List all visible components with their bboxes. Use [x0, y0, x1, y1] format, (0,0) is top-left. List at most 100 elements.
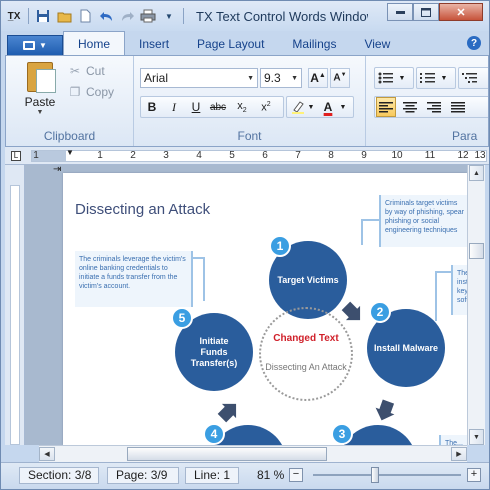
callout-step-2[interactable]: The install keylogging software... [451, 265, 467, 315]
grow-font-button[interactable]: A▲ [308, 68, 328, 88]
subscript-button[interactable]: x2 [232, 97, 252, 117]
cut-button[interactable]: ✂ Cut [68, 64, 105, 78]
font-color-dropdown[interactable]: ▼ [338, 97, 348, 117]
save-icon[interactable] [34, 7, 52, 25]
document-heading[interactable]: Dissecting an Attack [75, 201, 210, 218]
minimize-button[interactable] [387, 3, 413, 21]
vertical-ruler[interactable] [5, 165, 25, 445]
underline-icon: U [191, 100, 201, 114]
callout-step-1[interactable]: Criminals target victims by way of phish… [379, 195, 467, 247]
copy-button[interactable]: ❐ Copy [68, 85, 114, 99]
new-document-icon[interactable] [76, 7, 94, 25]
changed-text-label[interactable]: Changed Text [261, 333, 351, 345]
vertical-scroll-thumb[interactable] [469, 243, 484, 259]
tab-page-layout[interactable]: Page Layout [183, 33, 278, 55]
ruler-number: 5 [229, 150, 235, 161]
document-page[interactable]: Dissecting an Attack Criminals target vi… [63, 173, 467, 445]
tab-view[interactable]: View [350, 33, 404, 55]
font-name-select[interactable]: Arial ▼ [140, 68, 258, 88]
undo-icon[interactable] [97, 7, 115, 25]
chevron-down-icon: ▼ [36, 109, 44, 116]
bullets-button[interactable] [376, 68, 396, 88]
center-subtitle[interactable]: Dissecting An Attack [261, 361, 351, 373]
numbered-list-icon [420, 73, 435, 83]
callout-step-5[interactable]: The criminals leverage the victim's onli… [75, 251, 193, 307]
scroll-down-button[interactable]: ▼ [469, 429, 484, 445]
print-icon[interactable] [139, 7, 157, 25]
font-color-button[interactable]: A [318, 97, 338, 117]
paste-button[interactable]: Paste ▼ [18, 62, 62, 118]
ruler-number: 4 [196, 150, 202, 161]
help-icon[interactable]: ? [467, 36, 481, 50]
ruler-number: 6 [262, 150, 268, 161]
align-center-button[interactable] [400, 97, 420, 117]
align-right-button[interactable] [424, 97, 444, 117]
scroll-left-button[interactable]: ◀ [39, 447, 55, 461]
italic-button[interactable]: I [164, 97, 184, 117]
horizontal-scroll-thumb[interactable] [127, 447, 327, 461]
shrink-font-button[interactable]: A▼ [330, 68, 350, 88]
app-logo-icon[interactable]: T̲X [5, 7, 23, 25]
maximize-button[interactable] [413, 3, 439, 21]
redo-icon[interactable] [118, 7, 136, 25]
scroll-right-button[interactable]: ▶ [451, 447, 467, 461]
multilevel-list-button[interactable] [460, 68, 480, 88]
zoom-slider-track[interactable] [313, 474, 461, 476]
center-circle[interactable]: Changed Text Dissecting An Attack [259, 307, 353, 401]
zoom-in-button[interactable]: + [467, 468, 481, 482]
ruler-number: 2 [130, 150, 136, 161]
qat-customize-icon[interactable]: ▼ [160, 7, 178, 25]
strikethrough-button[interactable]: abc [208, 97, 228, 117]
highlighter-icon [292, 101, 304, 114]
copy-icon: ❐ [69, 85, 81, 99]
vertical-ruler-strip [10, 185, 20, 445]
step-badge-1: 1 [269, 235, 291, 257]
tab-home[interactable]: Home [63, 31, 126, 55]
align-center-icon [403, 101, 417, 112]
document-area[interactable]: ⇥ Dissecting an Attack Criminals target … [5, 165, 467, 445]
close-button[interactable]: ✕ [439, 3, 483, 21]
scroll-up-button[interactable]: ▲ [469, 165, 484, 181]
tab-marker-icon[interactable]: ⇥ [53, 165, 61, 175]
horizontal-ruler[interactable]: L 1 1 2 3 4 5 6 7 8 9 10 11 12 13 ▼ [5, 147, 489, 165]
highlight-dropdown[interactable]: ▼ [306, 97, 316, 117]
grow-font-icon: A▲ [310, 71, 326, 85]
app-window: T̲X ▼ TX Text Control Words Window... ✕ … [0, 0, 490, 490]
quick-access-toolbar: T̲X ▼ [1, 7, 186, 25]
justify-button[interactable] [448, 97, 468, 117]
superscript-button[interactable]: x2 [256, 97, 276, 117]
underline-button[interactable]: U [186, 97, 206, 117]
connector-line [361, 219, 379, 221]
title-bar: T̲X ▼ TX Text Control Words Window... ✕ [1, 1, 489, 31]
tab-stop-selector[interactable]: L [11, 151, 21, 161]
bullets-dropdown[interactable]: ▼ [396, 68, 408, 88]
bold-button[interactable]: B [142, 97, 162, 117]
indent-marker-icon[interactable]: ▼ [66, 148, 74, 157]
paragraph-group: ▼ ▼ Para [366, 56, 488, 146]
ruler-number: 12 [457, 150, 469, 161]
ruler-number: 3 [163, 150, 169, 161]
callout-step-3[interactable]: The... [439, 435, 467, 445]
align-left-button[interactable] [376, 97, 396, 117]
tab-mailings[interactable]: Mailings [278, 33, 350, 55]
file-menu-icon [23, 41, 36, 50]
ruler-strip[interactable]: 1 1 2 3 4 5 6 7 8 9 10 11 12 13 ▼ [31, 148, 487, 162]
chevron-down-icon: ▼ [39, 41, 47, 50]
window-title: TX Text Control Words Window... [196, 8, 368, 24]
zoom-slider-thumb[interactable] [371, 467, 379, 483]
qat-separator [183, 8, 184, 24]
file-menu-button[interactable]: ▼ [7, 35, 63, 55]
ribbon-tabs: ▼ Home Insert Page Layout Mailings View … [1, 31, 489, 55]
vertical-scrollbar[interactable]: ▲ ▼ [467, 165, 485, 445]
paste-icon [27, 62, 56, 93]
numbering-dropdown[interactable]: ▼ [438, 68, 450, 88]
numbering-button[interactable] [418, 68, 438, 88]
highlight-button[interactable] [288, 97, 308, 117]
open-folder-icon[interactable] [55, 7, 73, 25]
font-size-select[interactable]: 9.3 ▼ [260, 68, 302, 88]
zoom-out-button[interactable]: − [289, 468, 303, 482]
step-badge-2: 2 [369, 301, 391, 323]
connector-line [435, 271, 451, 273]
tab-insert[interactable]: Insert [125, 33, 183, 55]
horizontal-scrollbar[interactable]: ◀ ▶ [39, 445, 467, 462]
